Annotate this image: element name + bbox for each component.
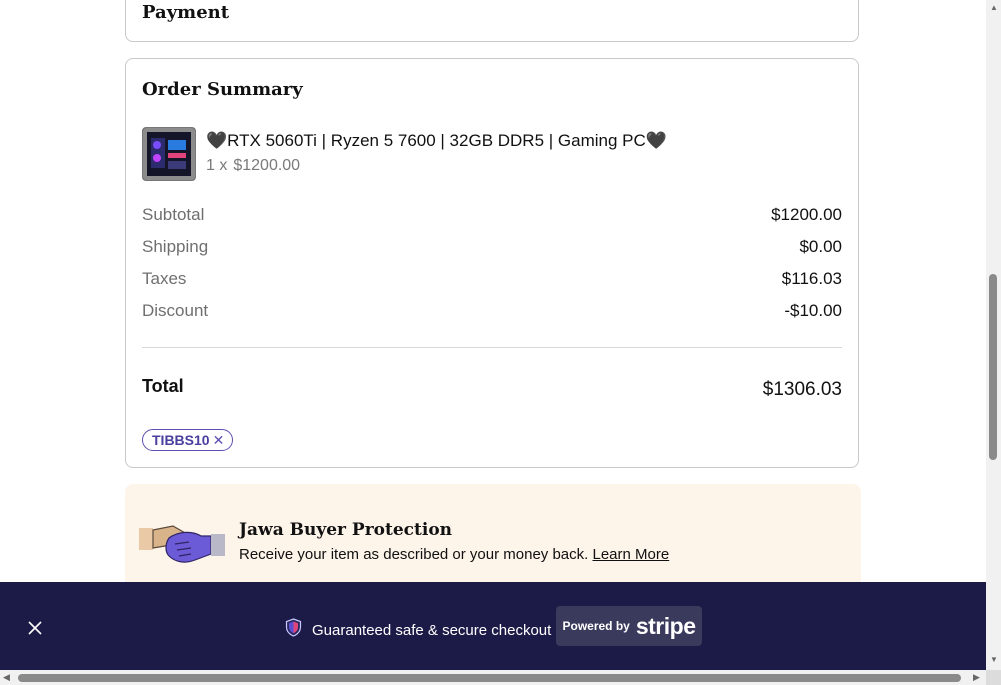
secure-checkout-bar: Guaranteed safe & secure checkout Powere… [0, 582, 986, 670]
order-summary-section: Order Summary 🖤RTX 5060Ti | Ryzen 5 7600… [125, 58, 859, 468]
vertical-scrollbar-thumb[interactable] [989, 274, 997, 460]
discount-row: Discount -$10.00 [142, 301, 842, 323]
buyer-protection-title: Jawa Buyer Protection [239, 520, 453, 540]
payment-heading: Payment [142, 2, 230, 23]
buyer-protection-text: Receive your item as described or your m… [239, 546, 669, 563]
vertical-scrollbar[interactable]: ▲ ▼ [986, 0, 1001, 670]
handshake-icon [139, 520, 225, 573]
scroll-up-arrow-icon[interactable]: ▲ [990, 3, 998, 12]
product-price: $1200.00 [233, 157, 301, 174]
secure-checkout-message: Guaranteed safe & secure checkout [285, 618, 551, 642]
shield-icon [285, 618, 302, 642]
total-value: $1306.03 [762, 379, 842, 400]
shipping-label: Shipping [142, 237, 209, 256]
product-quantity-price: 1 x $1200.00 [206, 157, 300, 175]
product-name: 🖤RTX 5060Ti | Ryzen 5 7600 | 32GB DDR5 |… [206, 131, 667, 150]
powered-by-label: Powered by [562, 619, 630, 633]
total-label: Total [142, 376, 184, 396]
buyer-protection-description: Receive your item as described or your m… [239, 546, 589, 563]
product-quantity: 1 x [206, 157, 228, 174]
taxes-row: Taxes $116.03 [142, 269, 842, 291]
horizontal-scrollbar-thumb[interactable] [18, 674, 961, 682]
discount-label: Discount [142, 301, 209, 320]
buyer-protection-banner: Jawa Buyer Protection Receive your item … [125, 484, 861, 594]
secure-checkout-text: Guaranteed safe & secure checkout [312, 621, 552, 639]
scroll-down-arrow-icon[interactable]: ▼ [990, 655, 998, 664]
taxes-label: Taxes [142, 269, 187, 288]
shipping-row: Shipping $0.00 [142, 237, 842, 259]
scroll-right-arrow-icon[interactable]: ▶ [973, 672, 980, 683]
payment-section: Payment [125, 0, 859, 42]
order-summary-heading: Order Summary [142, 79, 303, 100]
taxes-value: $116.03 [781, 269, 842, 288]
learn-more-link[interactable]: Learn More [593, 546, 670, 563]
scroll-left-arrow-icon[interactable]: ◀ [3, 672, 10, 683]
subtotal-row: Subtotal $1200.00 [142, 205, 842, 227]
stripe-logo: stripe [635, 612, 696, 639]
subtotal-label: Subtotal [142, 205, 205, 224]
scrollbar-corner [986, 670, 1001, 685]
shipping-value: $0.00 [799, 237, 842, 256]
close-icon[interactable] [28, 621, 42, 635]
discount-code-text: TIBBS10 [152, 432, 210, 448]
product-thumbnail [142, 127, 196, 181]
horizontal-scrollbar[interactable]: ◀ ▶ [0, 670, 986, 685]
remove-icon[interactable]: ✕ [213, 432, 225, 449]
discount-value: -$10.00 [784, 301, 842, 320]
powered-by-stripe-badge[interactable]: Powered by stripe [556, 606, 702, 646]
summary-divider [142, 347, 842, 348]
discount-code-chip: TIBBS10 ✕ [142, 429, 234, 451]
subtotal-value: $1200.00 [771, 205, 842, 224]
